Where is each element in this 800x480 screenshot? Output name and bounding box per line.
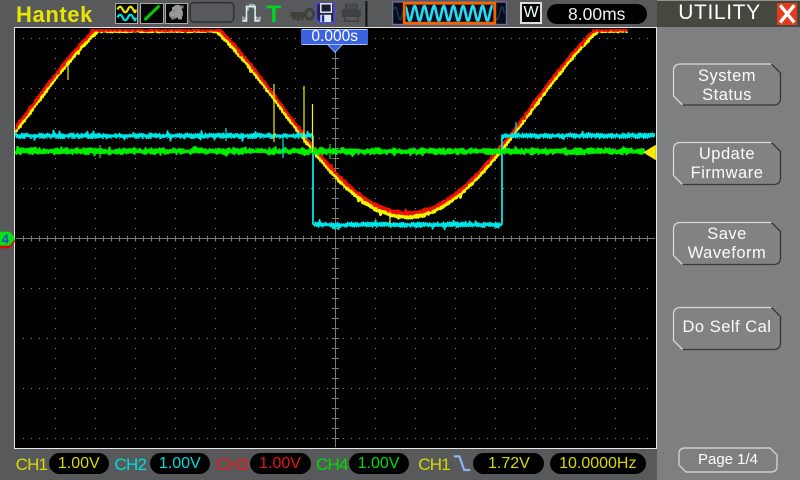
svg-text:4: 4: [2, 231, 10, 246]
